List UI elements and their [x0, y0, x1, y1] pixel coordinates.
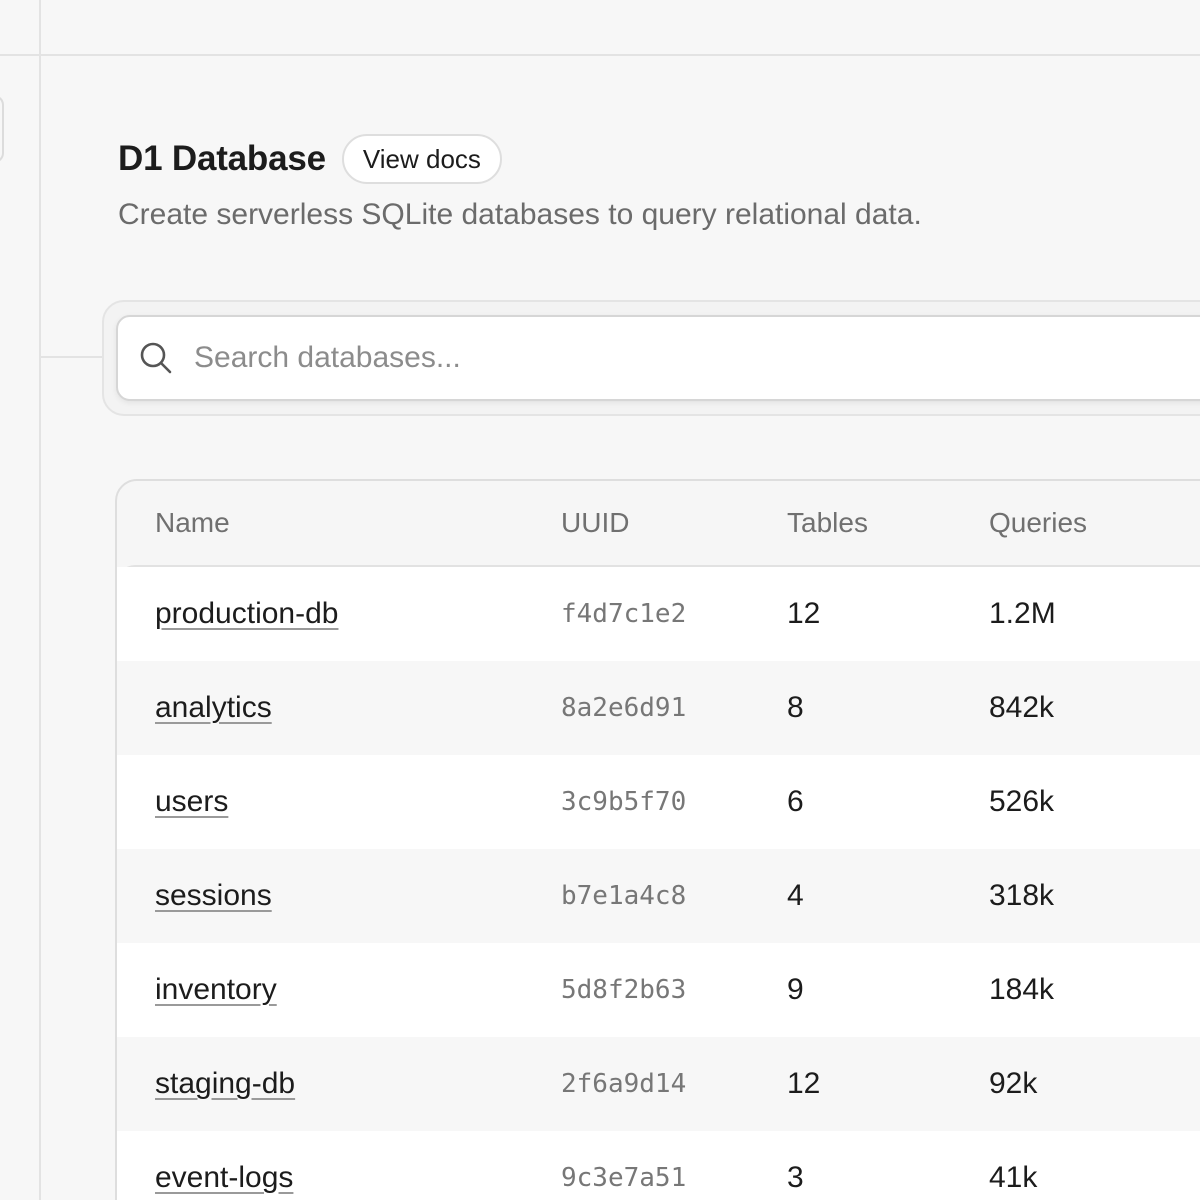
database-queries-count: 184k — [989, 973, 1055, 1006]
search-box[interactable] — [116, 315, 1200, 401]
database-queries-count: 41k — [989, 1161, 1038, 1194]
search-container — [102, 300, 1200, 416]
database-uuid: 9c3e7a51 — [561, 1163, 687, 1193]
databases-table: Name UUID Tables Queries production-db f… — [115, 479, 1200, 1200]
top-bar — [0, 0, 1200, 56]
page-header: D1 Database View docs Create serverless … — [118, 134, 922, 232]
database-name-link[interactable]: production-db — [155, 597, 338, 631]
table-header: Name UUID Tables Queries — [117, 481, 1200, 565]
title-row: D1 Database View docs — [118, 134, 922, 184]
database-queries-count: 1.2M — [989, 597, 1056, 630]
table-body: production-db f4d7c1e2 12 1.2M analytics… — [117, 565, 1200, 1200]
column-header-uuid[interactable]: UUID — [561, 507, 629, 539]
database-uuid: 3c9b5f70 — [561, 787, 687, 817]
database-name-link[interactable]: users — [155, 785, 228, 819]
table-row[interactable]: inventory 5d8f2b63 9 184k — [117, 943, 1200, 1037]
database-uuid: 5d8f2b63 — [561, 975, 687, 1005]
database-name-link[interactable]: staging-db — [155, 1067, 295, 1101]
table-row[interactable]: sessions b7e1a4c8 4 318k — [117, 849, 1200, 943]
column-header-name[interactable]: Name — [155, 507, 230, 539]
database-uuid: 8a2e6d91 — [561, 693, 687, 723]
page-subtitle: Create serverless SQLite databases to qu… — [118, 198, 922, 231]
database-uuid: b7e1a4c8 — [561, 881, 687, 911]
table-row[interactable]: production-db f4d7c1e2 12 1.2M — [117, 567, 1200, 661]
table-row[interactable]: event-logs 9c3e7a51 3 41k — [117, 1131, 1200, 1200]
database-tables-count: 3 — [787, 1161, 804, 1194]
column-header-tables[interactable]: Tables — [787, 507, 868, 539]
table-row[interactable]: analytics 8a2e6d91 8 842k — [117, 661, 1200, 755]
column-header-queries[interactable]: Queries — [989, 507, 1087, 539]
database-tables-count: 4 — [787, 879, 804, 912]
page-title: D1 Database — [118, 139, 326, 178]
database-uuid: 2f6a9d14 — [561, 1069, 687, 1099]
table-row[interactable]: users 3c9b5f70 6 526k — [117, 755, 1200, 849]
sidebar-divider — [39, 0, 41, 1200]
search-icon — [140, 342, 172, 374]
divider-line — [41, 356, 105, 358]
database-queries-count: 318k — [989, 879, 1055, 912]
sidebar-toggle[interactable] — [0, 95, 4, 163]
page: D1 Database View docs Create serverless … — [0, 0, 1200, 1200]
database-name-link[interactable]: sessions — [155, 879, 272, 913]
view-docs-button[interactable]: View docs — [341, 134, 502, 184]
database-queries-count: 526k — [989, 785, 1055, 818]
database-tables-count: 9 — [787, 973, 804, 1006]
database-tables-count: 8 — [787, 691, 804, 724]
database-tables-count: 12 — [787, 1067, 821, 1100]
database-tables-count: 12 — [787, 597, 821, 630]
database-name-link[interactable]: event-logs — [155, 1161, 293, 1195]
database-tables-count: 6 — [787, 785, 804, 818]
database-queries-count: 92k — [989, 1067, 1038, 1100]
database-name-link[interactable]: inventory — [155, 973, 277, 1007]
table-row[interactable]: staging-db 2f6a9d14 12 92k — [117, 1037, 1200, 1131]
database-uuid: f4d7c1e2 — [561, 599, 687, 629]
database-name-link[interactable]: analytics — [155, 691, 272, 725]
search-input[interactable] — [194, 341, 1094, 375]
database-queries-count: 842k — [989, 691, 1055, 724]
